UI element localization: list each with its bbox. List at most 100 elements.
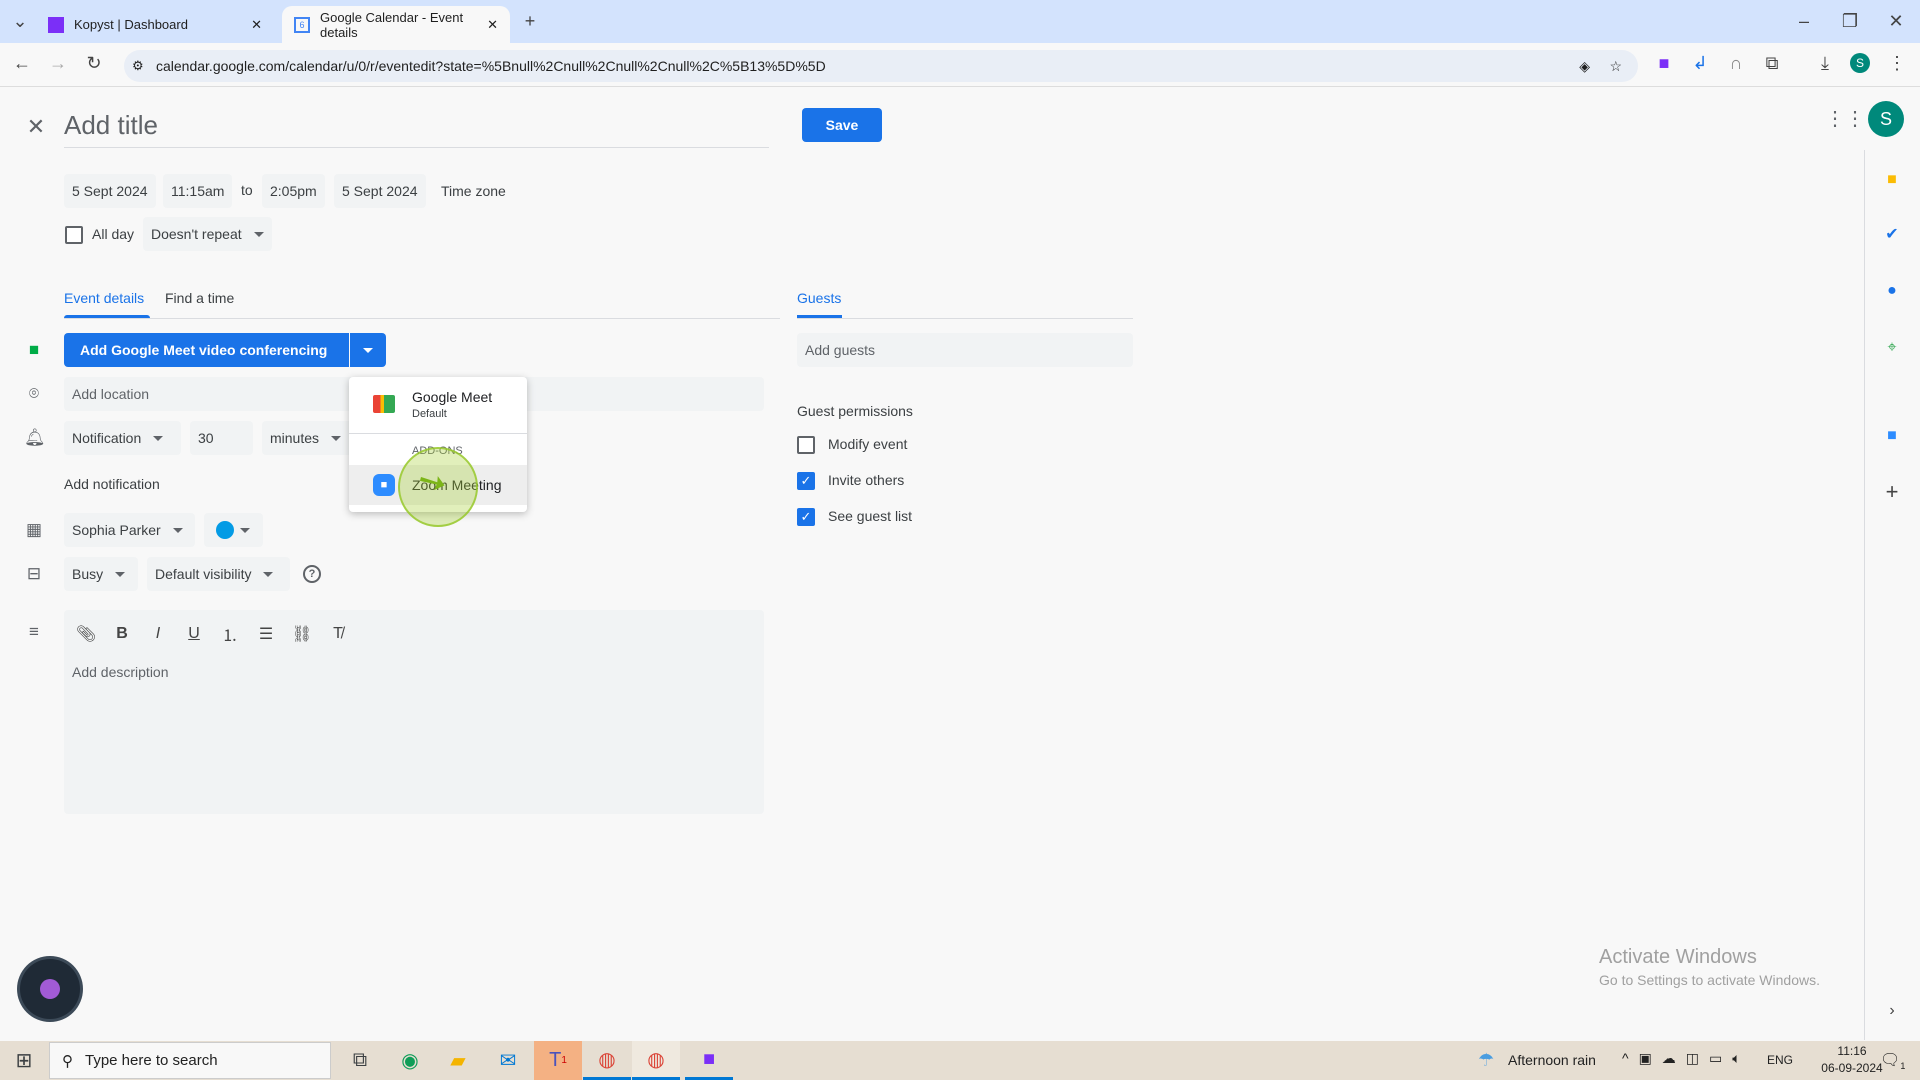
mail-icon[interactable]: ✉ [484,1041,532,1080]
extension-arc-icon[interactable]: ∩ [1724,51,1748,75]
tab-guests[interactable]: Guests [797,290,841,306]
caret-icon [331,435,342,441]
language-indicator[interactable]: ENG [1767,1053,1793,1067]
notification-unit-dropdown[interactable]: minutes [262,421,355,455]
close-tab-icon[interactable]: ✕ [487,17,498,33]
windows-start-icon[interactable]: ⊞ [0,1041,48,1080]
numbered-list-icon[interactable]: ⒈ [218,622,242,646]
title-input[interactable]: Add title [64,110,769,148]
contacts-icon[interactable]: ● [1880,279,1904,303]
all-day-label: All day [92,226,135,242]
chrome-profile-s-icon[interactable]: ◍ [632,1041,680,1080]
underline-icon[interactable]: U [182,625,206,643]
notification-value-input[interactable]: 30 [190,421,253,455]
menu-item-google-meet[interactable]: Google Meet Default [349,377,527,432]
zoom-addon-icon[interactable]: ■ [1880,424,1904,448]
address-bar[interactable]: ⚙ calendar.google.com/calendar/u/0/r/eve… [124,50,1638,82]
divider [64,318,780,319]
caret-icon [240,527,250,533]
extensions-puzzle-icon[interactable]: ⧉ [1760,51,1784,75]
availability-dropdown[interactable]: Busy [64,557,138,591]
color-swatch [216,521,234,539]
taskbar-search[interactable]: ⚲ Type here to search [49,1042,331,1079]
site-settings-icon[interactable]: ⚙ [132,58,144,74]
repeat-dropdown[interactable]: Doesn't repeat [143,217,272,251]
calendar-owner-dropdown[interactable]: Sophia Parker [64,513,195,547]
save-button[interactable]: Save [802,108,882,142]
visibility-dropdown[interactable]: Default visibility [147,557,290,591]
remove-formatting-icon[interactable]: T̸ [326,625,350,643]
weather-text[interactable]: Afternoon rain [1508,1052,1596,1068]
addons-section-label: ADD-ONS [412,445,463,457]
system-tray-icons[interactable]: ^▣☁◫▭🔈︎ [1622,1050,1751,1067]
kopyst-extension-icon[interactable]: ■ [1652,51,1676,75]
end-time[interactable]: 2:05pm [262,174,325,208]
notification-center-icon[interactable]: 🗨︎1 [1880,1050,1905,1071]
time-zone-button[interactable]: Time zone [441,183,506,199]
close-icon[interactable]: ✕ [24,115,48,139]
activate-windows-title: Activate Windows [1599,946,1757,968]
teams-icon[interactable]: T1 [534,1041,582,1080]
apps-grid-icon[interactable]: ⋮⋮ [1825,107,1865,131]
add-notification-button[interactable]: Add notification [64,476,160,492]
edge-icon[interactable]: ◉ [386,1041,434,1080]
account-avatar[interactable]: S [1868,101,1904,137]
tasks-icon[interactable]: ✔ [1880,223,1904,247]
start-time[interactable]: 11:15am [163,174,233,208]
invite-others-checkbox[interactable]: ✓ [797,472,815,490]
new-tab-icon[interactable]: + [518,9,542,33]
bold-icon[interactable]: B [110,625,134,643]
attachment-icon[interactable]: 📎︎ [74,624,98,644]
see-guest-list-checkbox[interactable]: ✓ [797,508,815,526]
profile-avatar[interactable]: S [1850,53,1870,73]
link-icon[interactable]: ⛓︎ [290,624,314,644]
file-explorer-icon[interactable]: ▰ [434,1041,482,1080]
recorder-button[interactable] [20,959,80,1019]
tab-kopyst[interactable]: Kopyst | Dashboard ✕ [36,6,274,43]
notification-type-dropdown[interactable]: Notification [64,421,181,455]
kopyst-taskbar-icon[interactable]: ■ [685,1041,733,1080]
add-meet-button[interactable]: Add Google Meet video conferencing [64,333,349,367]
weather-icon: ☂ [1478,1050,1495,1070]
menu-kebab-icon[interactable]: ⋮ [1885,51,1909,75]
modify-event-checkbox[interactable] [797,436,815,454]
reload-icon[interactable]: ↻ [82,51,106,75]
task-view-icon[interactable]: ⧉ [336,1041,384,1080]
tab-event-details[interactable]: Event details [64,290,144,306]
tab-search-icon[interactable]: ⌄ [8,9,32,33]
close-window-icon[interactable]: ✕ [1884,9,1908,33]
start-date[interactable]: 5 Sept 2024 [64,174,156,208]
kopyst-icon [48,16,64,33]
extension-icon[interactable]: ↲ [1688,51,1712,75]
bookmark-star-icon[interactable]: ☆ [1609,58,1622,75]
chrome-profile-a-icon[interactable]: ◍ [583,1041,631,1080]
end-date[interactable]: 5 Sept 2024 [334,174,426,208]
add-guests-input[interactable]: Add guests [797,333,1133,367]
tab-google-calendar[interactable]: 6 Google Calendar - Event details ✕ [282,6,510,43]
lens-icon[interactable]: ◈ [1579,58,1590,75]
divider [797,318,1133,319]
close-tab-icon[interactable]: ✕ [251,17,262,33]
restore-icon[interactable]: ❐ [1838,9,1862,33]
expand-panel-chevron-icon[interactable]: › [1880,999,1904,1023]
italic-icon[interactable]: I [146,625,170,643]
download-icon[interactable]: ⤓ [1813,51,1837,75]
conference-dropdown-button[interactable] [350,333,386,367]
forward-icon[interactable]: → [46,51,70,75]
event-color-dropdown[interactable] [204,513,263,547]
clock[interactable]: 11:16 06-09-2024 [1820,1044,1884,1075]
all-day-checkbox[interactable] [65,226,83,244]
location-pin-icon: ⌾ [28,384,40,403]
bulleted-list-icon[interactable]: ☰ [254,624,278,644]
maps-icon[interactable]: ⌖ [1880,336,1904,360]
minimize-icon[interactable]: – [1792,9,1816,33]
tab-find-a-time[interactable]: Find a time [165,290,234,306]
divider [349,433,527,434]
help-icon[interactable]: ? [303,565,321,583]
description-editor[interactable]: 📎︎ B I U ⒈ ☰ ⛓︎ T̸ Add description [64,610,764,814]
back-icon[interactable]: ← [10,51,34,75]
search-icon: ⚲ [62,1052,73,1070]
keep-icon[interactable]: ■ [1880,168,1904,192]
add-addon-icon[interactable]: + [1880,480,1904,504]
description-input[interactable]: Add description [64,658,764,686]
